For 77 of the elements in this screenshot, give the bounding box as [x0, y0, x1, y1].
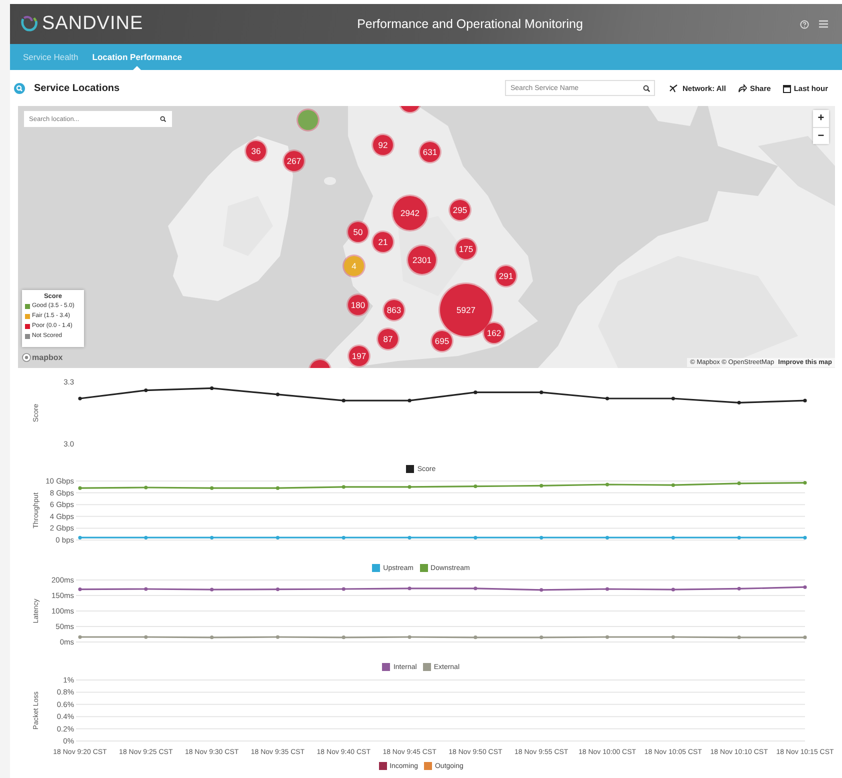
nav-tab[interactable]: Location Performance [85, 44, 190, 70]
data-point [342, 587, 346, 591]
data-point [276, 635, 280, 639]
data-point [342, 485, 346, 489]
menu-icon[interactable] [819, 20, 828, 28]
data-point [671, 536, 675, 540]
data-point [605, 635, 610, 639]
data-point [803, 480, 807, 485]
search-icon [14, 82, 25, 94]
app-title: Performance and Operational Monitoring [356, 17, 584, 31]
data-point [540, 484, 544, 488]
data-point [540, 636, 544, 640]
data-point [803, 398, 807, 402]
data-point [144, 486, 148, 490]
data-point [605, 482, 610, 486]
data-point [671, 396, 675, 400]
data-point [474, 484, 478, 488]
data-point [276, 588, 280, 592]
data-point [78, 588, 82, 592]
data-point [78, 635, 82, 639]
search-icon [643, 85, 650, 92]
section-title: Service Locations [34, 82, 121, 94]
data-point [737, 586, 741, 590]
zoom-out-button[interactable]: − [813, 127, 829, 144]
data-point [540, 536, 544, 540]
data-point [210, 636, 214, 640]
data-point [540, 390, 544, 394]
data-point [605, 396, 610, 400]
data-point [210, 536, 214, 540]
data-point [408, 398, 412, 402]
data-point [737, 400, 741, 404]
data-point [276, 392, 280, 396]
data-point [276, 536, 280, 540]
network-icon [669, 84, 680, 92]
data-point [605, 536, 610, 540]
data-point [144, 587, 148, 591]
data-point [474, 390, 478, 394]
data-point [78, 536, 82, 540]
logo-text: SANDVINE [42, 13, 144, 35]
zoom-in-button[interactable]: + [813, 110, 829, 127]
data-point [342, 636, 346, 640]
calendar-icon [782, 84, 791, 92]
data-point [408, 586, 412, 590]
data-point [408, 485, 412, 489]
data-point [605, 587, 610, 591]
data-point [210, 588, 214, 592]
data-point [671, 635, 675, 639]
data-point [474, 636, 478, 640]
data-point [210, 486, 214, 490]
mapbox-logo[interactable]: mapbox [32, 353, 63, 362]
data-point [276, 486, 280, 490]
mapbox-logo-icon [22, 353, 31, 362]
data-point [803, 636, 807, 640]
data-point [144, 536, 148, 540]
data-point [78, 486, 82, 490]
data-point [671, 588, 675, 592]
data-point [737, 536, 741, 540]
data-point [342, 398, 346, 402]
share-icon [738, 84, 747, 92]
data-point [540, 588, 544, 592]
data-point [408, 536, 412, 540]
data-point [78, 396, 82, 400]
data-point [474, 586, 478, 590]
logo-icon [20, 15, 38, 33]
data-point [408, 635, 412, 639]
help-icon[interactable] [800, 20, 809, 28]
data-point [342, 536, 346, 540]
data-point [737, 482, 741, 486]
data-point [671, 483, 675, 487]
data-point [474, 536, 478, 540]
data-point [210, 386, 214, 390]
data-point [803, 536, 807, 540]
data-point [737, 636, 741, 640]
data-point [803, 585, 807, 589]
data-point [144, 388, 148, 392]
data-point [144, 635, 148, 639]
search-icon [160, 116, 166, 122]
